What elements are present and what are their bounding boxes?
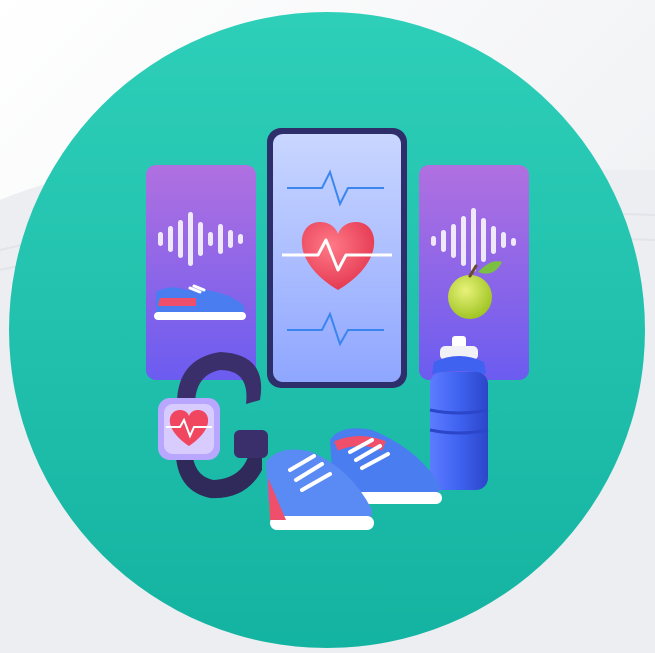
fitness-illustration [0,0,655,653]
left-activity-card [146,165,256,380]
smartphone-icon [267,128,407,388]
illustration-canvas [0,0,655,653]
